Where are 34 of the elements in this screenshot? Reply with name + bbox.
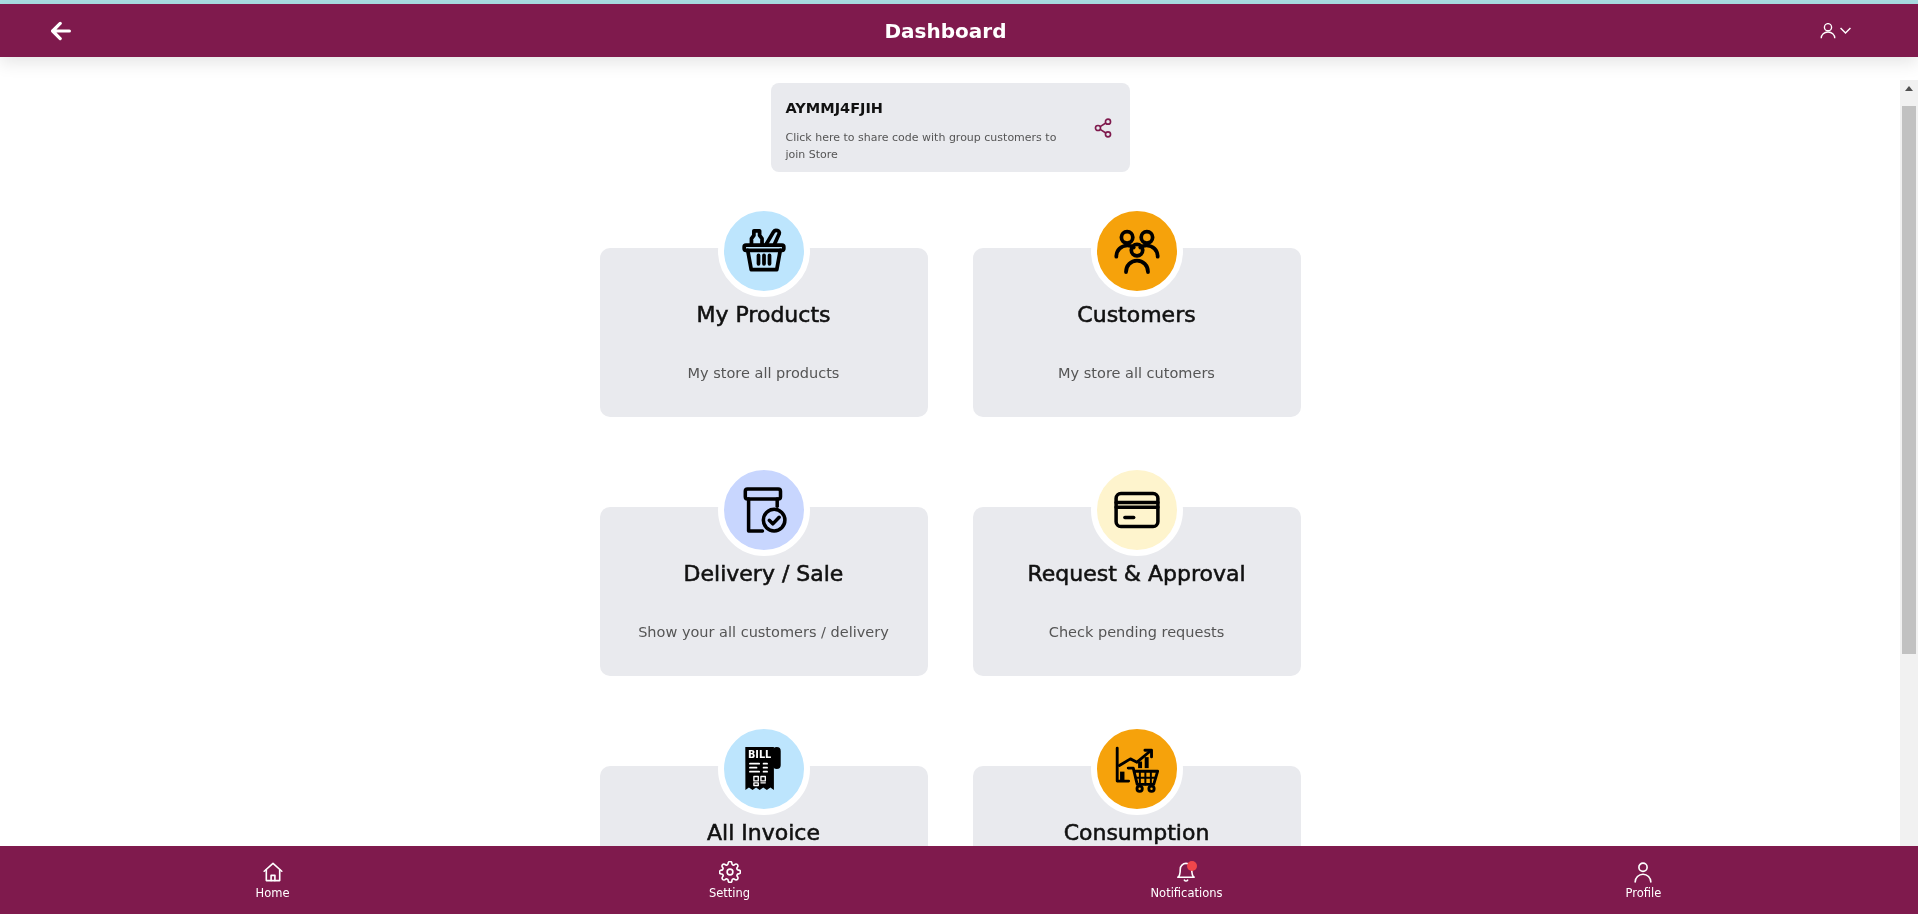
bell-icon (1175, 861, 1198, 883)
tile-title: Consumption (1062, 822, 1211, 844)
tile-title: My Products (695, 304, 832, 326)
tile-title: Customers (1076, 304, 1197, 326)
store-code: AYMMJ4FJIH (785, 100, 884, 116)
nav-item[interactable]: Setting (702, 859, 757, 902)
tile-description: My store all cutomers (1057, 364, 1216, 382)
back-arrow-icon (51, 20, 71, 41)
home-icon (261, 861, 284, 883)
tile-title: Delivery / Sale (682, 563, 845, 585)
scrollbar[interactable] (1900, 80, 1918, 846)
tile-description: Show your all customers / delivery (637, 623, 890, 641)
scrollbar-thumb[interactable] (1902, 106, 1916, 654)
dashboard-tile[interactable]: Delivery / Sale Show your all customers / delivery (599, 464, 928, 676)
tile-description: Check pending requests (1047, 623, 1226, 641)
dashboard-tile[interactable]: My Products My store all products (599, 205, 928, 417)
page-title: Dashboard (884, 18, 1007, 43)
nav-item[interactable]: Profile (1619, 859, 1668, 902)
gear-icon (718, 861, 741, 883)
dashboard-tile[interactable]: Request & Approval Check pending requests (972, 464, 1301, 676)
chevron-down-icon (1840, 27, 1851, 34)
share-instructions: Click here to share code with group customers to join Store (785, 130, 1058, 163)
receipt-label: BILL (747, 749, 771, 761)
tile-title: Request & Approval (1026, 563, 1247, 585)
dashboard-tile[interactable]: Customers My store all cutomers (972, 205, 1301, 417)
tile-title: All Invoice (706, 822, 821, 844)
share-icon[interactable] (1092, 117, 1113, 138)
nav-item[interactable]: Home (249, 859, 296, 902)
user-icon (1820, 22, 1836, 39)
user-icon (1632, 861, 1655, 883)
share-code-card[interactable]: AYMMJ4FJIH Click here to share code with group customers to join Store (770, 83, 1130, 172)
tile-description: My store all products (686, 364, 841, 382)
nav-item[interactable]: Notifications (1144, 859, 1229, 902)
scroll-up-icon[interactable] (1905, 86, 1913, 91)
